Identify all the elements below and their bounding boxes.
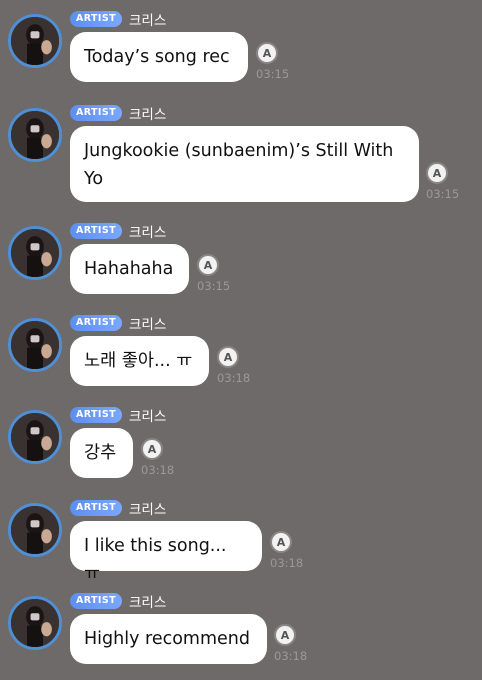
sender-name: 크리스: [128, 595, 167, 611]
artist-badge: ARTIST: [70, 11, 122, 27]
message-meta: A 03:18: [274, 624, 314, 663]
message-bubble[interactable]: Jungkookie (sunbaenim)’s Still With Yo: [70, 126, 419, 202]
message-time: 03:15: [256, 67, 290, 81]
message-bubble[interactable]: I like this song... ㅠ: [70, 521, 262, 584]
message-meta: A 03:15: [197, 254, 237, 293]
sender-row: ARTIST 크리스: [70, 102, 166, 124]
message-bubble[interactable]: Hahahaha: [70, 244, 189, 294]
artist-badge: ARTIST: [70, 500, 122, 516]
avatar[interactable]: [8, 596, 62, 650]
message-bubble[interactable]: 강추: [70, 428, 133, 478]
message-bubble[interactable]: Today’s song rec: [70, 32, 248, 82]
translate-icon[interactable]: A: [141, 438, 163, 460]
sender-row: ARTIST 크리스: [70, 497, 166, 519]
message-time: 03:15: [197, 279, 231, 293]
translate-icon[interactable]: A: [426, 162, 448, 184]
sender-row: ARTIST 크리스: [70, 220, 166, 242]
message-meta: A 03:15: [426, 162, 466, 201]
avatar[interactable]: [8, 318, 62, 372]
sender-name: 크리스: [128, 502, 167, 518]
message-time: 03:18: [270, 556, 304, 570]
avatar[interactable]: [8, 108, 62, 162]
translate-icon[interactable]: A: [256, 42, 278, 64]
artist-badge: ARTIST: [70, 593, 122, 609]
sender-name: 크리스: [128, 13, 167, 29]
sender-name: 크리스: [128, 107, 167, 123]
message-time: 03:18: [141, 463, 175, 477]
message-meta: A 03:18: [270, 531, 310, 570]
sender-row: ARTIST 크리스: [70, 312, 166, 334]
translate-icon[interactable]: A: [270, 531, 292, 553]
sender-row: ARTIST 크리스: [70, 8, 166, 30]
translate-icon[interactable]: A: [274, 624, 296, 646]
sender-name: 크리스: [128, 317, 167, 333]
message-bubble[interactable]: Highly recommend: [70, 614, 267, 664]
artist-badge: ARTIST: [70, 315, 122, 331]
artist-badge: ARTIST: [70, 223, 122, 239]
artist-badge: ARTIST: [70, 105, 122, 121]
avatar[interactable]: [8, 503, 62, 557]
message-meta: A 03:18: [217, 346, 257, 385]
message-bubble[interactable]: 노래 좋아... ㅠ: [70, 336, 209, 386]
artist-badge: ARTIST: [70, 407, 122, 423]
message-time: 03:15: [426, 187, 460, 201]
message-time: 03:18: [274, 649, 308, 663]
translate-icon[interactable]: A: [217, 346, 239, 368]
avatar[interactable]: [8, 226, 62, 280]
message-time: 03:18: [217, 371, 251, 385]
sender-row: ARTIST 크리스: [70, 404, 166, 426]
avatar[interactable]: [8, 410, 62, 464]
avatar[interactable]: [8, 14, 62, 68]
sender-name: 크리스: [128, 409, 167, 425]
message-meta: A 03:15: [256, 42, 296, 81]
sender-name: 크리스: [128, 225, 167, 241]
sender-row: ARTIST 크리스: [70, 590, 166, 612]
translate-icon[interactable]: A: [197, 254, 219, 276]
message-meta: A 03:18: [141, 438, 181, 477]
